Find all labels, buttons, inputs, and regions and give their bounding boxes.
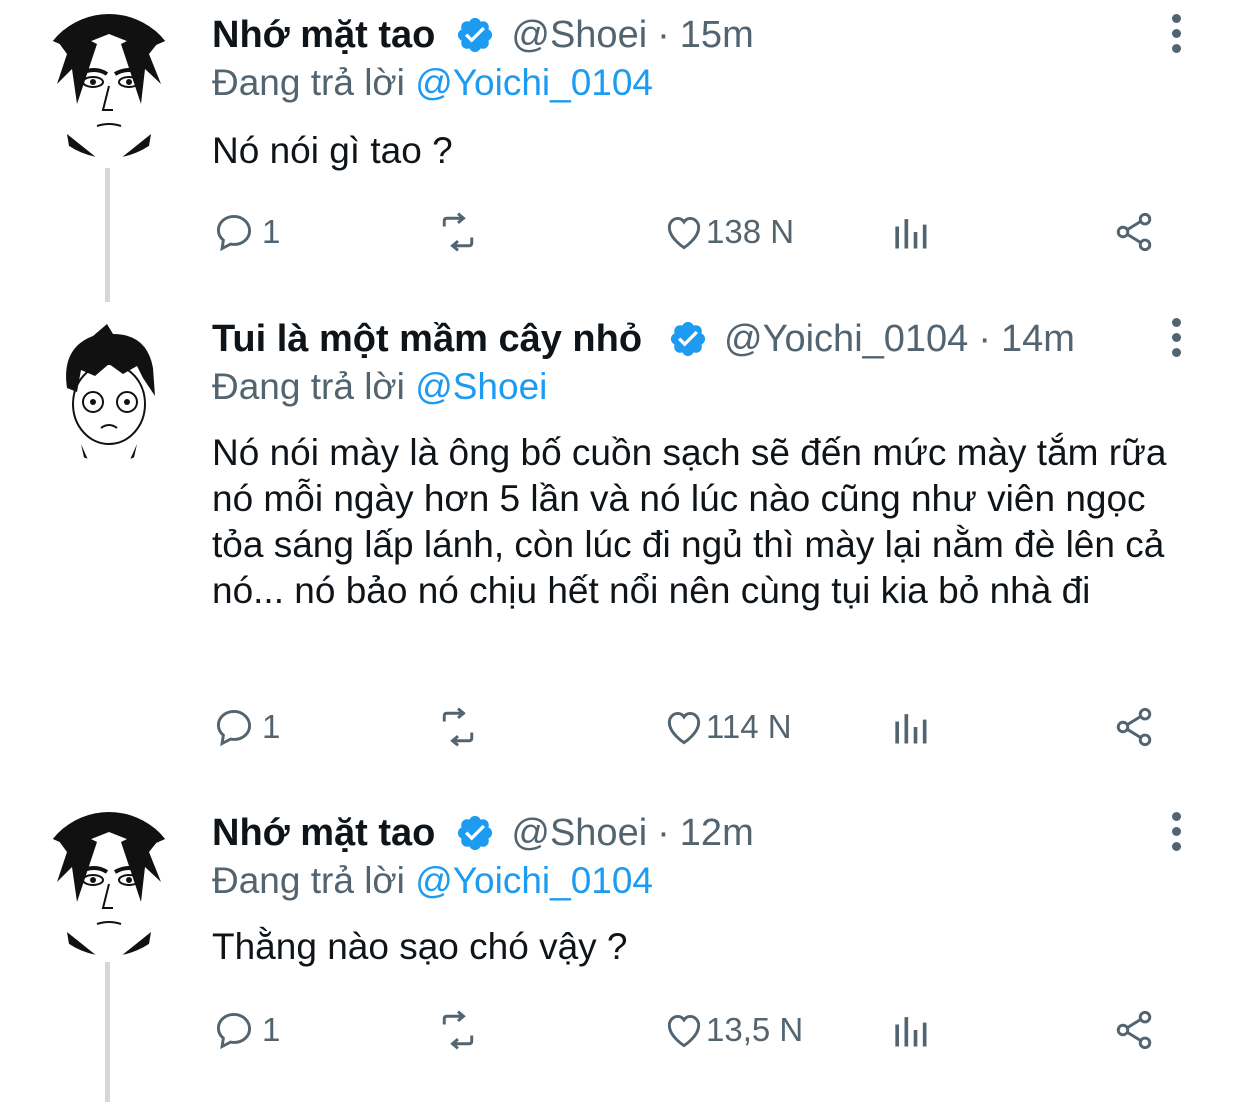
retweet-icon [442,1010,474,1050]
heart-icon [667,1014,701,1048]
avatar[interactable] [37,14,181,158]
views-icon [895,1017,927,1047]
share-button[interactable] [1112,210,1156,254]
views-icon [895,219,927,249]
timestamp[interactable]: 15m [680,14,754,57]
retweet-icon [442,212,474,252]
verified-badge-icon [455,813,495,853]
display-name[interactable]: Nhớ mặt tao [212,14,435,57]
separator-dot: · [978,317,991,360]
timestamp[interactable]: 12m [680,812,754,855]
reply-count: 1 [262,708,281,745]
shoei-avatar-icon [37,14,181,158]
tweet-text: Thằng nào sạo chó vậy ? [212,926,628,967]
tweet-text: Nó nói gì tao ? [212,130,453,171]
like-count: 114 N [706,708,792,745]
action-bar: 1 138 N [212,210,1172,260]
avatar[interactable] [37,812,181,956]
reply-icon [216,214,252,252]
user-handle[interactable]: @Shoei [511,812,647,855]
like-button[interactable]: 13,5 N [662,1008,803,1052]
tweet[interactable]: Nhớ mặt tao @Shoei · 15m Đang trả lời @Y… [0,0,1234,300]
share-button[interactable] [1112,705,1156,749]
tweet-header: Tui là một mầm cây nhỏ @Yoichi_0104 · 14… [212,316,1075,362]
tweet[interactable]: Tui là một mầm cây nhỏ @Yoichi_0104 · 14… [0,300,1234,780]
reply-count: 1 [262,1011,281,1048]
reply-count: 1 [262,213,281,250]
separator-dot: · [657,811,670,854]
display-name[interactable]: Tui là một mầm cây nhỏ [212,318,642,361]
replying-to: Đang trả lời @Yoichi_0104 [212,860,653,902]
views-button[interactable] [888,705,932,749]
reply-button[interactable]: 1 [212,1008,280,1052]
like-count: 13,5 N [706,1011,804,1048]
tweet-text: Nó nói mày là ông bố cuồn sạch sẽ đến mứ… [212,432,1167,611]
share-button[interactable] [1112,1008,1156,1052]
like-count: 138 N [706,213,795,250]
verified-badge-icon [668,319,708,359]
action-bar: 1 13,5 N [212,1008,1172,1058]
action-bar: 1 114 N [212,705,1172,755]
replying-to-label: Đang trả lời [212,62,416,103]
tweet-header: Nhớ mặt tao @Shoei · 12m [212,810,754,856]
reply-icon [216,1012,252,1050]
more-icon[interactable] [1170,14,1182,54]
tweet-header: Nhớ mặt tao @Shoei · 15m [212,12,754,58]
mention-link[interactable]: @Yoichi_0104 [415,860,653,901]
views-button[interactable] [888,210,932,254]
share-icon [1116,212,1152,252]
yoichi-avatar-icon [37,318,181,462]
retweet-icon [442,707,474,747]
verified-badge-icon [455,15,495,55]
more-icon[interactable] [1170,318,1182,358]
views-icon [895,714,927,744]
heart-icon [667,711,701,745]
share-icon [1116,707,1152,747]
display-name[interactable]: Nhớ mặt tao [212,812,435,855]
retweet-button[interactable] [436,1008,480,1052]
views-button[interactable] [888,1008,932,1052]
replying-to: Đang trả lời @Yoichi_0104 [212,62,653,104]
mention-link[interactable]: @Shoei [415,366,547,407]
like-button[interactable]: 114 N [662,705,792,749]
share-icon [1116,1010,1152,1050]
heart-icon [667,216,701,250]
mention-link[interactable]: @Yoichi_0104 [415,62,653,103]
retweet-button[interactable] [436,705,480,749]
replying-to: Đang trả lời @Shoei [212,366,547,408]
replying-to-label: Đang trả lời [212,860,416,901]
tweet[interactable]: Nhớ mặt tao @Shoei · 12m Đang trả lời @Y… [0,798,1234,1102]
reply-button[interactable]: 1 [212,210,280,254]
more-icon[interactable] [1170,812,1182,852]
user-handle[interactable]: @Yoichi_0104 [724,318,968,361]
user-handle[interactable]: @Shoei [511,14,647,57]
reply-button[interactable]: 1 [212,705,280,749]
reply-icon [216,709,252,747]
timestamp[interactable]: 14m [1001,318,1075,361]
separator-dot: · [657,13,670,56]
replying-to-label: Đang trả lời [212,366,416,407]
avatar[interactable] [37,318,181,462]
like-button[interactable]: 138 N [662,210,794,254]
retweet-button[interactable] [436,210,480,254]
shoei-avatar-icon [37,812,181,956]
